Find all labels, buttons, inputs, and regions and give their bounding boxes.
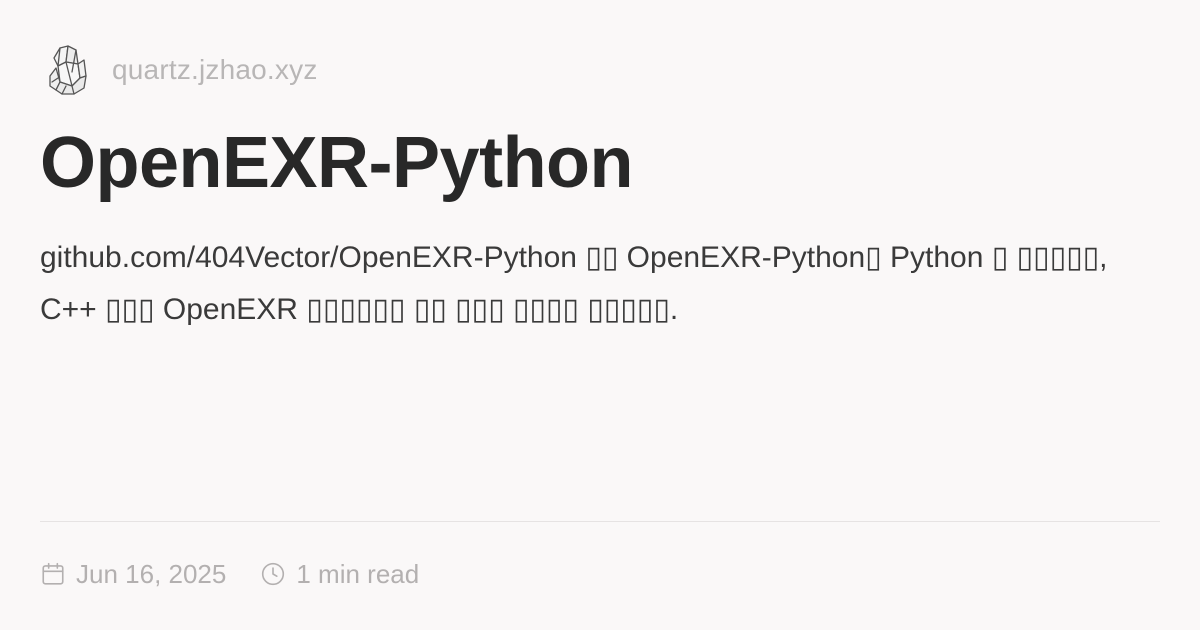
clock-icon <box>262 562 285 586</box>
calendar-icon <box>42 562 64 585</box>
reading-time: 1 min read <box>260 559 419 590</box>
site-header: quartz.jzhao.xyz <box>46 40 318 100</box>
site-name[interactable]: quartz.jzhao.xyz <box>112 54 318 86</box>
crystal-logo-icon <box>49 45 87 95</box>
read-time-text: 1 min read <box>296 558 420 589</box>
publish-date: Jun 16, 2025 <box>40 559 226 590</box>
page-title: OpenEXR-Python <box>40 123 634 203</box>
date-text: Jun 16, 2025 <box>76 558 227 589</box>
divider <box>40 521 1160 522</box>
article-meta: Jun 16, 2025 1 min read <box>40 556 419 592</box>
article-description: github.com/404Vector/OpenEXR-Python ▯▯ O… <box>40 241 1108 326</box>
